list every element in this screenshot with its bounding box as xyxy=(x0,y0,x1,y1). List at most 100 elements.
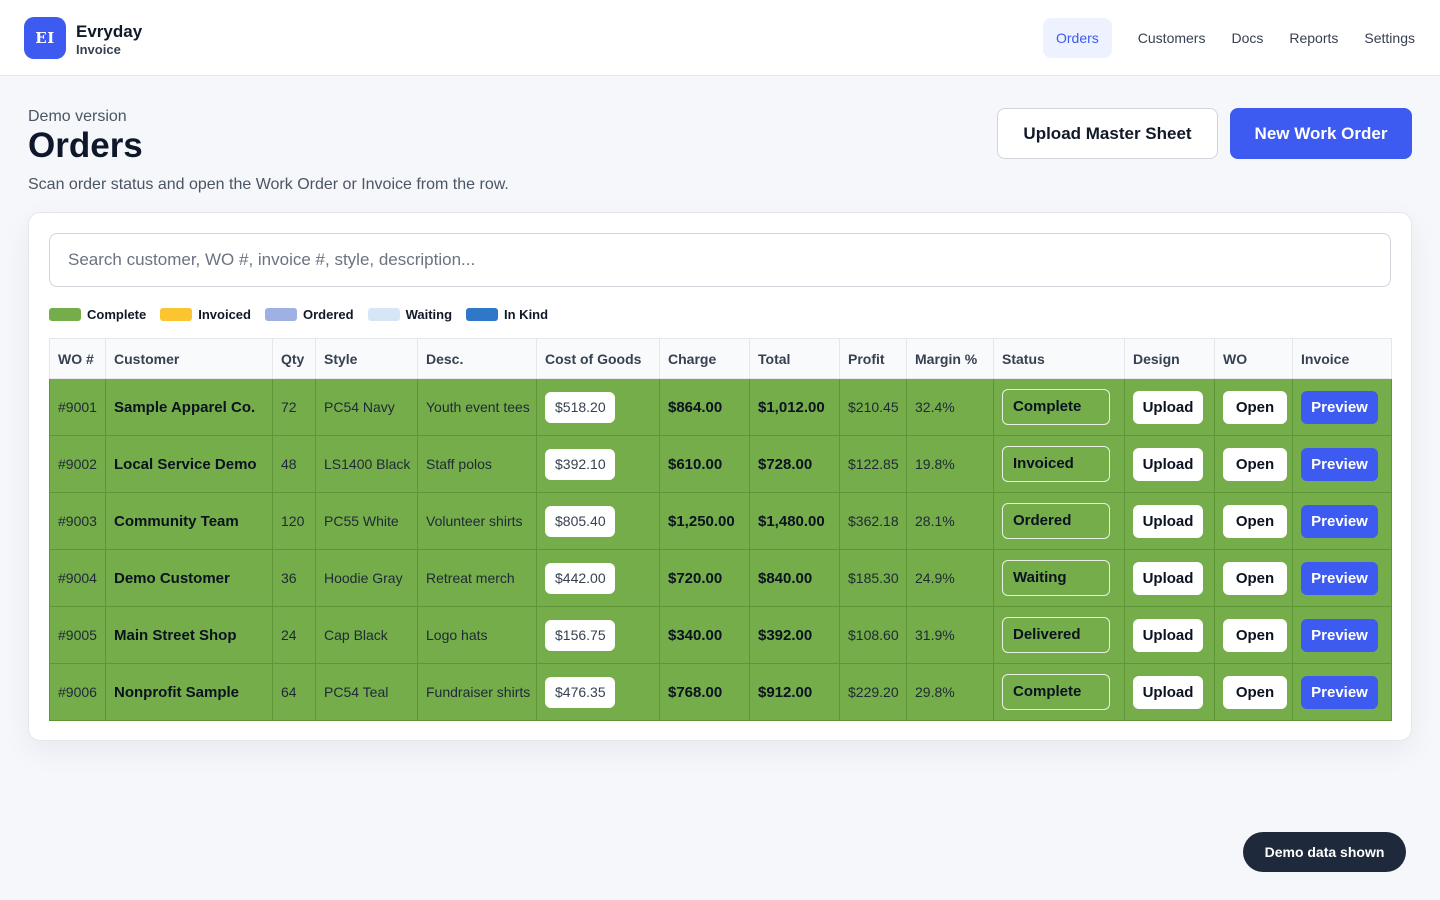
legend-item-ordered: Ordered xyxy=(264,307,354,322)
column-header-invoice[interactable]: Invoice xyxy=(1292,338,1392,379)
preview-invoice-button[interactable]: Preview xyxy=(1301,390,1378,424)
column-header-customer[interactable]: Customer xyxy=(105,338,273,379)
design-upload-button[interactable]: Upload xyxy=(1133,618,1203,652)
wo-number-cell: #9004 xyxy=(49,549,106,607)
cost-of-goods-cell: $805.40 xyxy=(536,492,660,550)
margin-cell: 24.9% xyxy=(906,549,994,607)
brand-name: Evryday xyxy=(76,22,143,41)
wo-cell: Open xyxy=(1214,492,1293,550)
new-work-order-button[interactable]: New Work Order xyxy=(1230,108,1412,159)
table-row[interactable]: #9004 Demo Customer 36 Hoodie Gray Retreat m… xyxy=(49,549,1392,607)
cost-of-goods-field[interactable]: $392.10 xyxy=(545,448,615,480)
orders-table: WO # Customer Qty Style Desc. Cost of Go… xyxy=(49,338,1392,721)
column-header-wo-number[interactable]: WO # xyxy=(49,338,106,379)
upload-master-sheet-button[interactable]: Upload Master Sheet xyxy=(997,108,1218,159)
table-row[interactable]: #9006 Nonprofit Sample 64 PC54 Teal Fundrais… xyxy=(49,663,1392,721)
status-cell: Ordered xyxy=(993,492,1125,550)
search-input[interactable] xyxy=(49,233,1391,287)
legend-swatch xyxy=(367,307,400,321)
open-work-order-button[interactable]: Open xyxy=(1223,504,1287,538)
cost-of-goods-field[interactable]: $805.40 xyxy=(545,505,615,537)
preview-invoice-button[interactable]: Preview xyxy=(1301,618,1378,652)
column-header-style[interactable]: Style xyxy=(315,338,418,379)
design-upload-button[interactable]: Upload xyxy=(1133,504,1203,538)
page-title: Orders xyxy=(28,126,143,165)
description-cell: Logo hats xyxy=(417,606,537,664)
status-select[interactable]: Ordered xyxy=(1002,503,1110,539)
design-cell: Upload xyxy=(1124,378,1215,436)
column-header-total[interactable]: Total xyxy=(749,338,840,379)
profit-cell: $229.20 xyxy=(839,663,907,721)
cost-of-goods-field[interactable]: $518.20 xyxy=(545,391,615,423)
wo-cell: Open xyxy=(1214,549,1293,607)
column-header-design[interactable]: Design xyxy=(1124,338,1215,379)
nav-item-docs[interactable]: Docs xyxy=(1218,18,1276,58)
customer-cell: Community Team xyxy=(105,492,273,550)
invoice-cell: Preview xyxy=(1292,549,1392,607)
status-select[interactable]: Invoiced xyxy=(1002,446,1110,482)
open-work-order-button[interactable]: Open xyxy=(1223,447,1287,481)
qty-cell: 64 xyxy=(272,663,316,721)
customer-cell: Local Service Demo xyxy=(105,435,273,493)
open-work-order-button[interactable]: Open xyxy=(1223,390,1287,424)
status-select[interactable]: Waiting xyxy=(1002,560,1110,596)
top-bar: EI Evryday Invoice Orders Customers Docs… xyxy=(0,0,1440,76)
column-header-wo[interactable]: WO xyxy=(1214,338,1293,379)
total-cell: $1,012.00 xyxy=(749,378,840,436)
table-row[interactable]: #9001 Sample Apparel Co. 72 PC54 Navy Youth … xyxy=(49,378,1392,436)
nav-item-customers[interactable]: Customers xyxy=(1125,18,1219,58)
column-header-qty[interactable]: Qty xyxy=(272,338,316,379)
wo-cell: Open xyxy=(1214,606,1293,664)
description-cell: Fundraiser shirts xyxy=(417,663,537,721)
status-cell: Invoiced xyxy=(993,435,1125,493)
design-upload-button[interactable]: Upload xyxy=(1133,447,1203,481)
column-header-charge[interactable]: Charge xyxy=(659,338,750,379)
status-legend: Complete Invoiced Ordered Waiting In Kin… xyxy=(49,306,562,322)
status-cell: Complete xyxy=(993,663,1125,721)
orders-card: Complete Invoiced Ordered Waiting In Kin… xyxy=(28,212,1412,741)
brand-logo-icon[interactable]: EI xyxy=(24,17,66,59)
total-cell: $728.00 xyxy=(749,435,840,493)
charge-cell: $720.00 xyxy=(659,549,750,607)
invoice-cell: Preview xyxy=(1292,492,1392,550)
cost-of-goods-cell: $476.35 xyxy=(536,663,660,721)
open-work-order-button[interactable]: Open xyxy=(1223,675,1287,709)
charge-cell: $1,250.00 xyxy=(659,492,750,550)
brand-subtitle: Invoice xyxy=(76,42,121,57)
margin-cell: 29.8% xyxy=(906,663,994,721)
preview-invoice-button[interactable]: Preview xyxy=(1301,561,1378,595)
preview-invoice-button[interactable]: Preview xyxy=(1301,504,1378,538)
column-header-cost-of-goods[interactable]: Cost of Goods xyxy=(536,338,660,379)
cost-of-goods-cell: $442.00 xyxy=(536,549,660,607)
column-header-status[interactable]: Status xyxy=(993,338,1125,379)
legend-swatch xyxy=(466,307,499,321)
open-work-order-button[interactable]: Open xyxy=(1223,561,1287,595)
column-header-profit[interactable]: Profit xyxy=(839,338,907,379)
nav-item-reports[interactable]: Reports xyxy=(1276,18,1351,58)
design-upload-button[interactable]: Upload xyxy=(1133,675,1203,709)
preview-invoice-button[interactable]: Preview xyxy=(1301,675,1378,709)
status-select[interactable]: Complete xyxy=(1002,389,1110,425)
status-select[interactable]: Complete xyxy=(1002,674,1110,710)
total-cell: $1,480.00 xyxy=(749,492,840,550)
design-upload-button[interactable]: Upload xyxy=(1133,390,1203,424)
preview-invoice-button[interactable]: Preview xyxy=(1301,447,1378,481)
description-cell: Volunteer shirts xyxy=(417,492,537,550)
nav-item-settings[interactable]: Settings xyxy=(1351,18,1428,58)
charge-cell: $864.00 xyxy=(659,378,750,436)
table-row[interactable]: #9003 Community Team 120 PC55 White Voluntee… xyxy=(49,492,1392,550)
cost-of-goods-field[interactable]: $476.35 xyxy=(545,676,615,708)
legend-swatch xyxy=(264,307,297,321)
nav-item-orders[interactable]: Orders xyxy=(1042,18,1112,58)
table-row[interactable]: #9005 Main Street Shop 24 Cap Black Logo hat… xyxy=(49,606,1392,664)
table-header-row: WO # Customer Qty Style Desc. Cost of Go… xyxy=(49,338,1392,379)
cost-of-goods-field[interactable]: $442.00 xyxy=(545,562,615,594)
column-header-description[interactable]: Desc. xyxy=(417,338,537,379)
table-row[interactable]: #9002 Local Service Demo 48 LS1400 Black Sta… xyxy=(49,435,1392,493)
open-work-order-button[interactable]: Open xyxy=(1223,618,1287,652)
status-select[interactable]: Delivered xyxy=(1002,617,1110,653)
cost-of-goods-field[interactable]: $156.75 xyxy=(545,619,615,651)
design-upload-button[interactable]: Upload xyxy=(1133,561,1203,595)
description-cell: Youth event tees xyxy=(417,378,537,436)
column-header-margin[interactable]: Margin % xyxy=(906,338,994,379)
